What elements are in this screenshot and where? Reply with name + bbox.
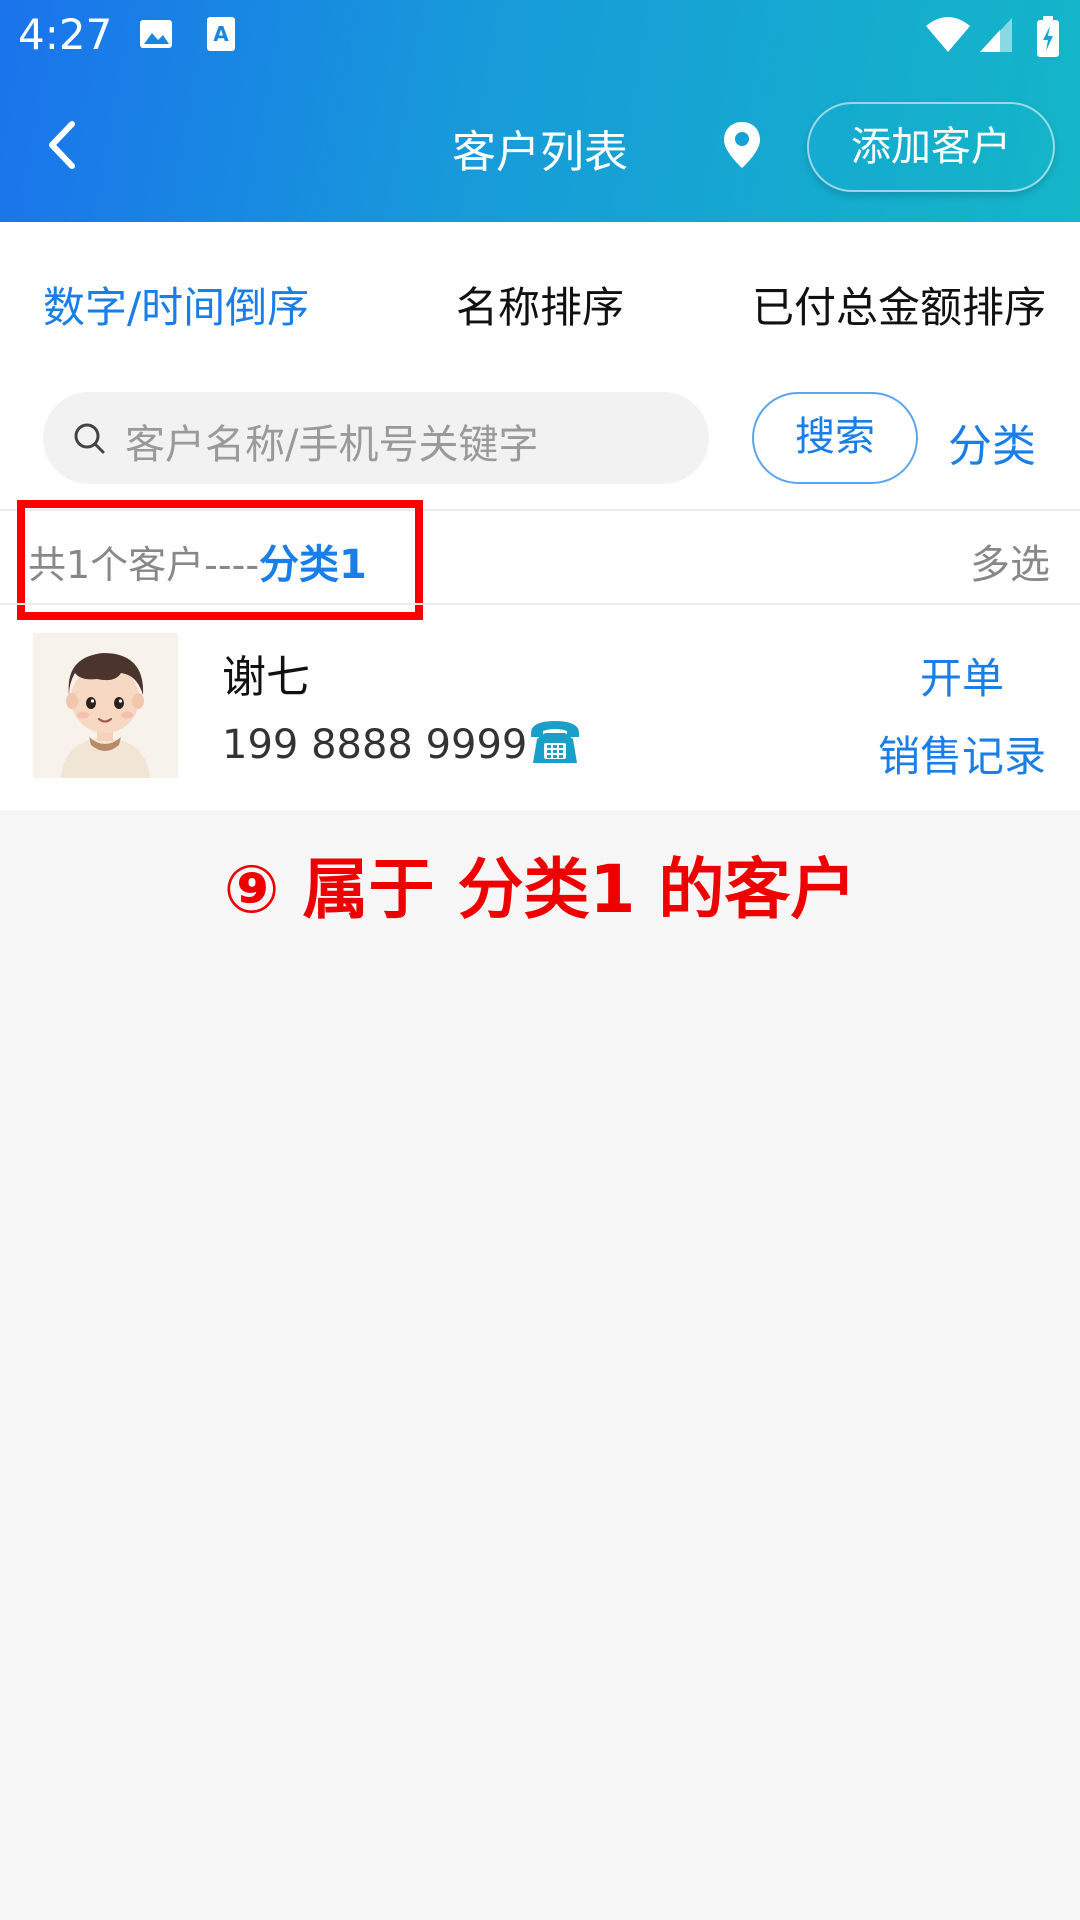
sales-record-button[interactable]: 销售记录: [878, 723, 1046, 784]
highlight-box: [17, 500, 423, 620]
tab-sort-number-time[interactable]: 数字/时间倒序: [43, 274, 309, 335]
header-bar: 4:27 A 客户列表 添加客户: [0, 0, 1080, 222]
nav-bar: 客户列表 添加客户: [0, 90, 1080, 200]
wifi-icon: [926, 17, 970, 52]
multi-select-button[interactable]: 多选: [970, 532, 1050, 590]
annotation-caption: ⑨ 属于 分类1 的客户: [223, 851, 857, 928]
chevron-left-icon[interactable]: [30, 110, 100, 180]
search-icon: [74, 423, 105, 454]
search-input[interactable]: 客户名称/手机号关键字: [43, 392, 709, 484]
customer-name: 谢七: [222, 652, 310, 703]
tab-sort-paid-amount[interactable]: 已付总金额排序: [752, 274, 1046, 335]
location-pin-icon[interactable]: [722, 120, 762, 170]
avatar-illustration: [33, 633, 178, 778]
image-icon: [140, 20, 172, 48]
page-title: 客户列表: [452, 127, 628, 178]
open-order-button[interactable]: 开单: [920, 645, 1004, 706]
status-time: 4:27: [18, 10, 113, 59]
search-button[interactable]: 搜索: [752, 392, 918, 484]
tab-sort-name[interactable]: 名称排序: [456, 274, 624, 335]
search-placeholder: 客户名称/手机号关键字: [125, 422, 539, 468]
svg-text:A: A: [213, 22, 229, 46]
customer-phone: 199 8888 9999: [222, 722, 528, 768]
list-item[interactable]: 谢七 199 8888 9999 开单 销售记录: [0, 605, 1080, 810]
category-button[interactable]: 分类: [948, 410, 1036, 474]
keyboard-a-icon: A: [207, 17, 235, 51]
battery-charging-icon: [1037, 16, 1059, 57]
signal-icon: [980, 18, 1012, 52]
telephone-icon[interactable]: [527, 717, 583, 767]
add-customer-button[interactable]: 添加客户: [807, 102, 1055, 192]
status-bar: 4:27 A: [0, 0, 1080, 72]
avatar: [33, 633, 178, 778]
